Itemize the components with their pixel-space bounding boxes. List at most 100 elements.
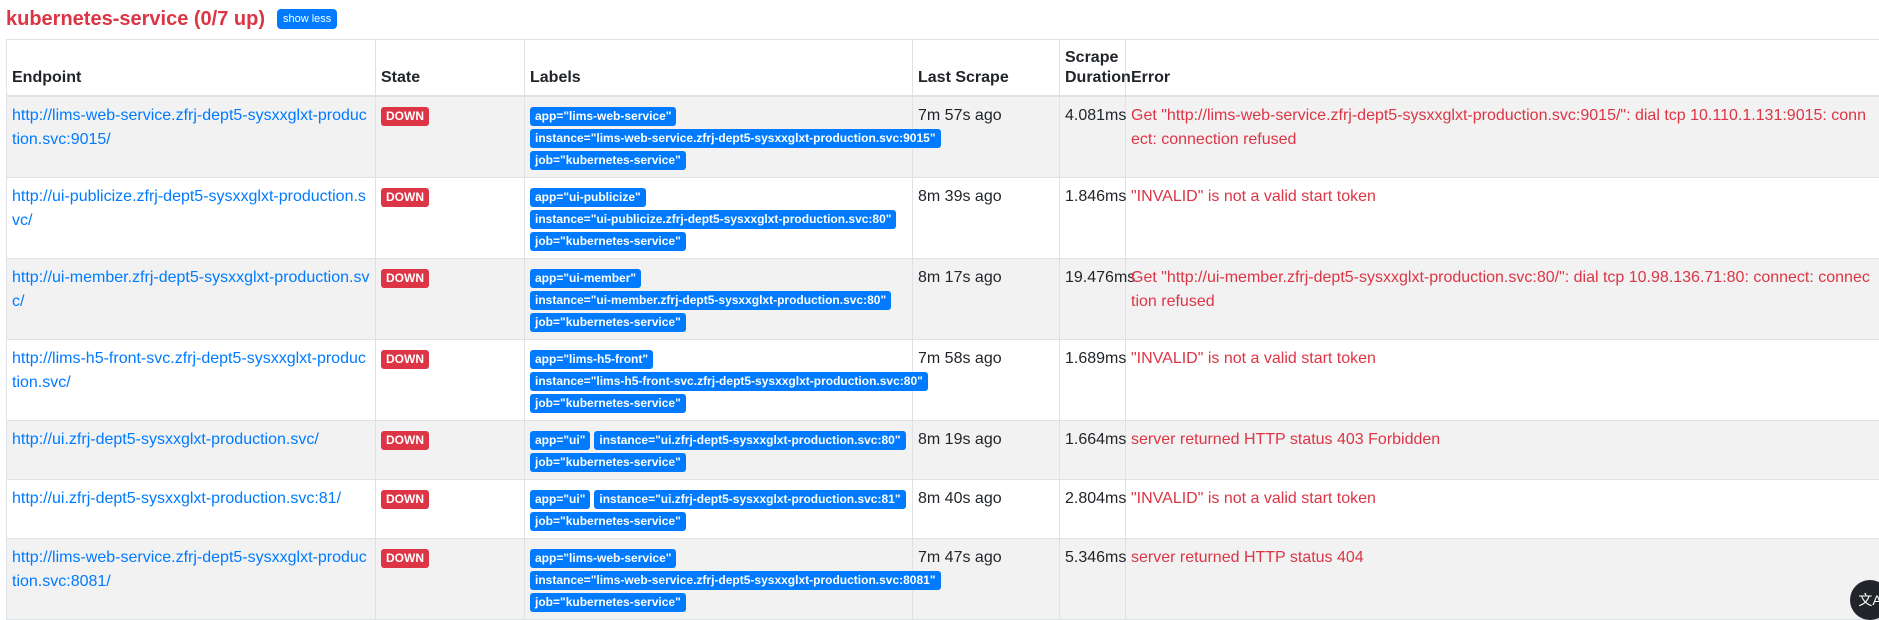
labels-list: app="lims-web-service"instance="lims-web…	[530, 546, 907, 612]
state-cell: DOWN	[376, 178, 525, 259]
scrape-duration-cell: 1.689ms	[1060, 340, 1126, 421]
label-badge: instance="lims-h5-front-svc.zfrj-dept5-s…	[530, 372, 928, 391]
state-badge: DOWN	[381, 431, 429, 450]
state-badge: DOWN	[381, 269, 429, 288]
label-badge: job="kubernetes-service"	[530, 453, 686, 472]
label-badge: job="kubernetes-service"	[530, 394, 686, 413]
scrape-duration-cell: 2.804ms	[1060, 480, 1126, 539]
endpoint-link[interactable]: http://lims-web-service.zfrj-dept5-sysxx…	[12, 549, 367, 590]
scrape-duration-cell: 4.081ms	[1060, 96, 1126, 178]
labels-cell: app="ui"instance="ui.zfrj-dept5-sysxxglx…	[525, 480, 913, 539]
show-less-button[interactable]: show less	[277, 9, 337, 29]
last-scrape-cell: 8m 17s ago	[913, 259, 1060, 340]
table-header-row: Endpoint State Labels Last Scrape Scrape…	[7, 40, 1879, 97]
col-header-scrape-duration: Scrape Duration	[1060, 40, 1126, 97]
label-badge: job="kubernetes-service"	[530, 232, 686, 251]
endpoint-cell: http://ui.zfrj-dept5-sysxxglxt-productio…	[7, 421, 376, 480]
labels-list: app="lims-h5-front"instance="lims-h5-fro…	[530, 347, 907, 413]
last-scrape-cell: 8m 19s ago	[913, 421, 1060, 480]
scrape-duration-cell: 1.846ms	[1060, 178, 1126, 259]
label-badge: instance="ui-member.zfrj-dept5-sysxxglxt…	[530, 291, 891, 310]
state-badge: DOWN	[381, 490, 429, 509]
state-cell: DOWN	[376, 480, 525, 539]
col-header-last-scrape: Last Scrape	[913, 40, 1060, 97]
table-row: http://lims-web-service.zfrj-dept5-sysxx…	[7, 96, 1879, 178]
labels-cell: app="lims-h5-front"instance="lims-h5-fro…	[525, 340, 913, 421]
label-badge: instance="ui.zfrj-dept5-sysxxglxt-produc…	[594, 431, 905, 450]
state-cell: DOWN	[376, 539, 525, 620]
error-cell: server returned HTTP status 403 Forbidde…	[1126, 421, 1879, 480]
error-cell: Get "http://ui-member.zfrj-dept5-sysxxgl…	[1126, 259, 1879, 340]
scrape-duration-cell: 1.664ms	[1060, 421, 1126, 480]
col-header-state: State	[376, 40, 525, 97]
label-badge: app="ui"	[530, 431, 590, 450]
table-row: http://ui.zfrj-dept5-sysxxglxt-productio…	[7, 480, 1879, 539]
table-row: http://ui.zfrj-dept5-sysxxglxt-productio…	[7, 421, 1879, 480]
endpoint-link[interactable]: http://ui.zfrj-dept5-sysxxglxt-productio…	[12, 490, 341, 507]
pool-title[interactable]: kubernetes-service (0/7 up)	[6, 8, 265, 31]
label-badge: app="lims-h5-front"	[530, 350, 653, 369]
table-row: http://lims-h5-front-svc.zfrj-dept5-sysx…	[7, 340, 1879, 421]
table-row: http://lims-web-service.zfrj-dept5-sysxx…	[7, 539, 1879, 620]
state-badge: DOWN	[381, 350, 429, 369]
state-cell: DOWN	[376, 259, 525, 340]
labels-cell: app="lims-web-service"instance="lims-web…	[525, 96, 913, 178]
last-scrape-cell: 8m 39s ago	[913, 178, 1060, 259]
label-badge: instance="ui-publicize.zfrj-dept5-sysxxg…	[530, 210, 896, 229]
table-row: http://ui-member.zfrj-dept5-sysxxglxt-pr…	[7, 259, 1879, 340]
last-scrape-cell: 8m 40s ago	[913, 480, 1060, 539]
labels-list: app="lims-web-service"instance="lims-web…	[530, 104, 907, 170]
error-cell: "INVALID" is not a valid start token	[1126, 178, 1879, 259]
labels-cell: app="ui"instance="ui.zfrj-dept5-sysxxglx…	[525, 421, 913, 480]
endpoint-link[interactable]: http://ui-member.zfrj-dept5-sysxxglxt-pr…	[12, 269, 369, 310]
label-badge: instance="lims-web-service.zfrj-dept5-sy…	[530, 571, 941, 590]
error-cell: Get "http://lims-web-service.zfrj-dept5-…	[1126, 96, 1879, 178]
error-cell: "INVALID" is not a valid start token	[1126, 340, 1879, 421]
label-badge: app="ui-publicize"	[530, 188, 646, 207]
scrape-duration-cell: 19.476ms	[1060, 259, 1126, 340]
state-badge: DOWN	[381, 107, 429, 126]
state-cell: DOWN	[376, 340, 525, 421]
endpoint-cell: http://ui-publicize.zfrj-dept5-sysxxglxt…	[7, 178, 376, 259]
labels-cell: app="ui-member" instance="ui-member.zfrj-…	[525, 259, 913, 340]
endpoint-cell: http://ui.zfrj-dept5-sysxxglxt-productio…	[7, 480, 376, 539]
error-cell: server returned HTTP status 404	[1126, 539, 1879, 620]
labels-list: app="ui-publicize" instance="ui-publicize…	[530, 185, 907, 251]
col-header-endpoint: Endpoint	[7, 40, 376, 97]
labels-list: app="ui-member" instance="ui-member.zfrj-…	[530, 266, 907, 332]
label-badge: app="ui"	[530, 490, 590, 509]
last-scrape-cell: 7m 58s ago	[913, 340, 1060, 421]
pool-header: kubernetes-service (0/7 up) show less	[6, 4, 337, 34]
labels-list: app="ui"instance="ui.zfrj-dept5-sysxxglx…	[530, 487, 907, 531]
endpoint-link[interactable]: http://lims-web-service.zfrj-dept5-sysxx…	[12, 107, 367, 148]
state-cell: DOWN	[376, 421, 525, 480]
endpoint-link[interactable]: http://lims-h5-front-svc.zfrj-dept5-sysx…	[12, 350, 366, 391]
table-row: http://ui-publicize.zfrj-dept5-sysxxglxt…	[7, 178, 1879, 259]
endpoint-cell: http://lims-h5-front-svc.zfrj-dept5-sysx…	[7, 340, 376, 421]
label-badge: instance="ui.zfrj-dept5-sysxxglxt-produc…	[594, 490, 905, 509]
col-header-labels: Labels	[525, 40, 913, 97]
translate-icon: 文A	[1858, 590, 1879, 610]
labels-cell: app="ui-publicize" instance="ui-publicize…	[525, 178, 913, 259]
endpoint-link[interactable]: http://ui-publicize.zfrj-dept5-sysxxglxt…	[12, 188, 366, 229]
endpoint-cell: http://ui-member.zfrj-dept5-sysxxglxt-pr…	[7, 259, 376, 340]
label-badge: instance="lims-web-service.zfrj-dept5-sy…	[530, 129, 941, 148]
labels-cell: app="lims-web-service"instance="lims-web…	[525, 539, 913, 620]
label-badge: app="lims-web-service"	[530, 549, 676, 568]
targets-table: Endpoint State Labels Last Scrape Scrape…	[6, 39, 1879, 620]
label-badge: job="kubernetes-service"	[530, 512, 686, 531]
label-badge: app="lims-web-service"	[530, 107, 676, 126]
col-header-error: Error	[1126, 40, 1879, 97]
endpoint-cell: http://lims-web-service.zfrj-dept5-sysxx…	[7, 96, 376, 178]
endpoint-cell: http://lims-web-service.zfrj-dept5-sysxx…	[7, 539, 376, 620]
label-badge: job="kubernetes-service"	[530, 151, 686, 170]
endpoint-link[interactable]: http://ui.zfrj-dept5-sysxxglxt-productio…	[12, 431, 319, 448]
state-badge: DOWN	[381, 188, 429, 207]
state-cell: DOWN	[376, 96, 525, 178]
label-badge: app="ui-member"	[530, 269, 641, 288]
labels-list: app="ui"instance="ui.zfrj-dept5-sysxxglx…	[530, 428, 907, 472]
error-cell: "INVALID" is not a valid start token	[1126, 480, 1879, 539]
label-badge: job="kubernetes-service"	[530, 593, 686, 612]
scrape-duration-cell: 5.346ms	[1060, 539, 1126, 620]
label-badge: job="kubernetes-service"	[530, 313, 686, 332]
